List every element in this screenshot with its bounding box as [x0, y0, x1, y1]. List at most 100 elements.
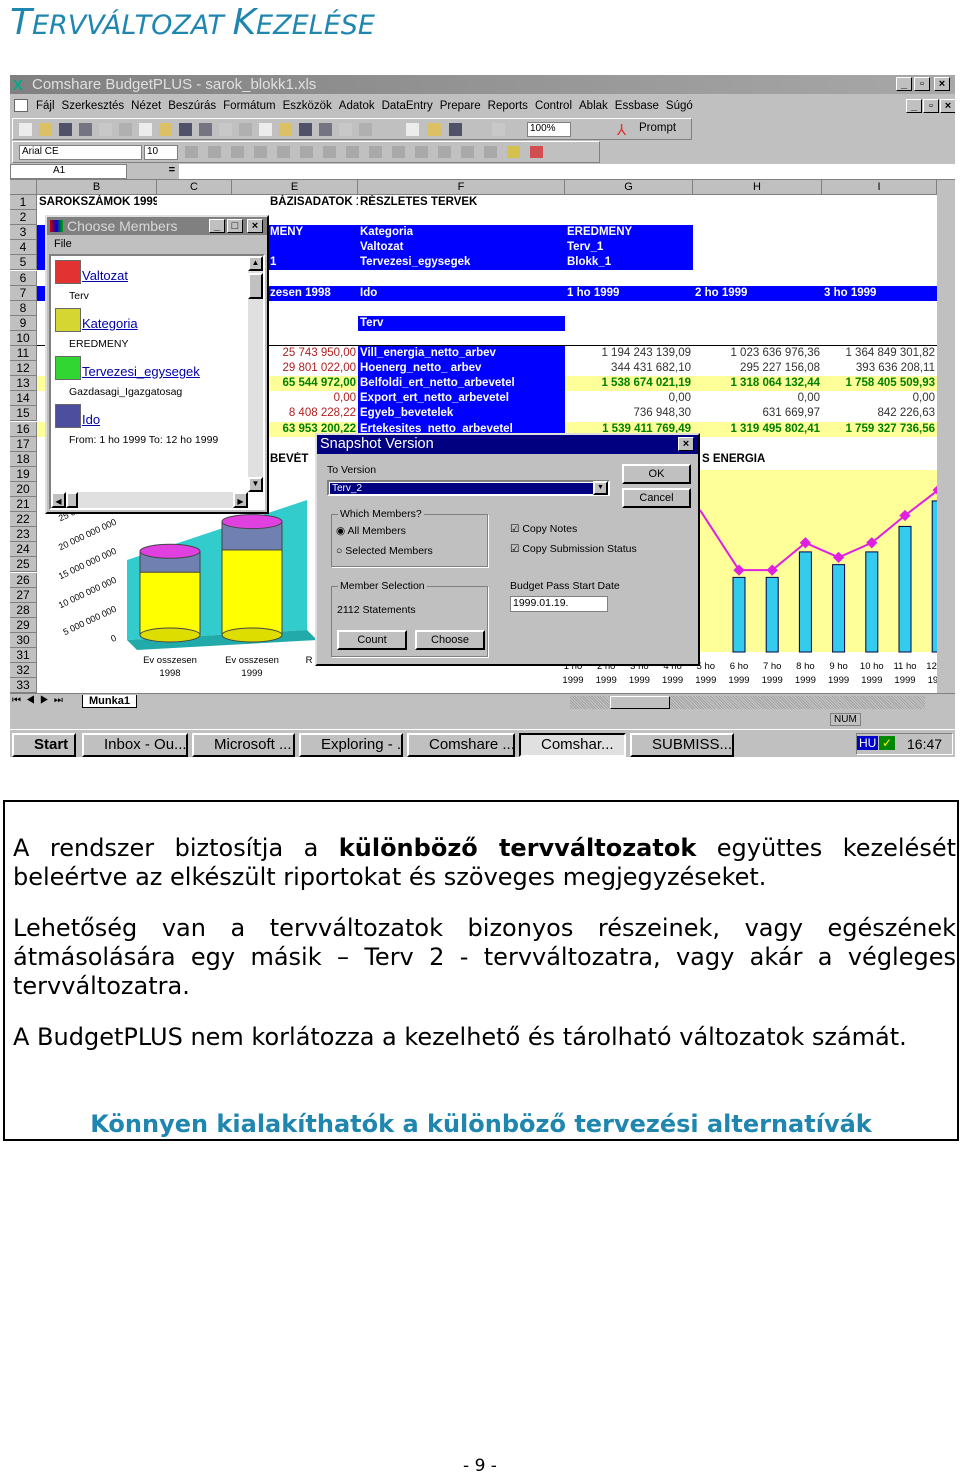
scroll-right-button[interactable]: ▶ [233, 492, 248, 508]
cell-F11[interactable]: Vill_energia_netto_arbev [358, 346, 565, 361]
vertical-scrollbar[interactable]: ▲ ▼ [248, 256, 263, 492]
cm-maximize-button[interactable]: □ [227, 219, 243, 233]
sort-asc-icon[interactable] [339, 123, 352, 136]
cell-H13[interactable]: 1 318 064 132,44 [693, 376, 822, 392]
pdf-icon[interactable]: ⅄ [617, 121, 626, 139]
horizontal-scroll-thumb[interactable] [610, 696, 670, 709]
row-header-19[interactable]: 19 [10, 466, 37, 482]
member-dimension-link[interactable]: Kategoria [82, 316, 138, 331]
function-icon[interactable] [319, 123, 332, 136]
cell-E5[interactable]: 1 [268, 255, 358, 271]
percent-icon[interactable] [369, 146, 382, 158]
cell-F14[interactable]: Export_ert_netto_arbevetel [358, 391, 565, 407]
cell-G4[interactable]: Terv_1 [565, 240, 693, 256]
row-header-28[interactable]: 28 [10, 602, 37, 618]
row-header-23[interactable]: 23 [10, 527, 37, 543]
select-all-corner[interactable] [10, 180, 37, 195]
minimize-button[interactable]: _ [896, 77, 912, 91]
cell-G13[interactable]: 1 538 674 021,19 [565, 376, 693, 392]
menu-item-9[interactable]: Reports [488, 100, 528, 112]
format-painter-icon[interactable] [199, 123, 212, 136]
cut-icon[interactable] [139, 123, 152, 136]
redo-icon[interactable] [239, 123, 252, 136]
copy-icon[interactable] [159, 123, 172, 136]
member-dimension-link[interactable]: Ido [82, 412, 100, 427]
row-header-30[interactable]: 30 [10, 632, 37, 648]
cell-H15[interactable]: 631 669,97 [693, 406, 822, 421]
column-header-I[interactable]: I [822, 180, 937, 195]
paste-icon[interactable] [179, 123, 192, 136]
menu-item-13[interactable]: Súgó [666, 100, 693, 112]
dec-indent-icon[interactable] [461, 146, 474, 158]
inc-indent-icon[interactable] [484, 146, 497, 158]
cell-F15[interactable]: Egyeb_bevetelek [358, 406, 565, 422]
zoom-select[interactable]: 100% [527, 122, 571, 137]
language-indicator[interactable]: HU [857, 736, 879, 750]
row-header-12[interactable]: 12 [10, 361, 37, 377]
name-box[interactable]: A1 [10, 164, 127, 179]
cancel-button[interactable]: Cancel [622, 488, 691, 508]
to-version-select[interactable]: Terv_2 ▼ [327, 480, 610, 496]
cell-F12[interactable]: Hoenerg_netto_ arbev [358, 361, 565, 377]
row-header-22[interactable]: 22 [10, 512, 37, 528]
hyperlink-icon[interactable] [259, 123, 272, 136]
scroll-down-button[interactable]: ▼ [248, 477, 263, 492]
row-header-3[interactable]: 3 [10, 225, 37, 241]
open-icon[interactable] [39, 123, 52, 136]
scroll-up-button[interactable]: ▲ [248, 256, 263, 271]
row-header-33[interactable]: 33 [10, 678, 37, 694]
menu-item-8[interactable]: Prepare [440, 100, 481, 112]
row-header-10[interactable]: 10 [10, 330, 37, 346]
menu-item-0[interactable]: Fájl [36, 100, 55, 112]
font-color-icon[interactable] [530, 146, 543, 158]
cell-G11[interactable]: 1 194 243 139,09 [565, 346, 693, 361]
row-header-21[interactable]: 21 [10, 497, 37, 513]
row-header-5[interactable]: 5 [10, 255, 37, 271]
sheet-tab-munka1[interactable]: Munka1 [82, 695, 137, 708]
autosum-icon[interactable] [299, 123, 312, 136]
taskbar-button-4[interactable]: Comshar... [519, 733, 626, 757]
drawing-icon[interactable] [449, 123, 462, 136]
font-size-select[interactable]: 10 [144, 145, 178, 160]
undo-icon[interactable] [219, 123, 232, 136]
preview-icon[interactable] [99, 123, 112, 136]
formula-equals-button[interactable]: = [127, 164, 179, 179]
cell-H14[interactable]: 0,00 [693, 391, 822, 406]
copy-notes-checkbox[interactable]: ☑ Copy Notes [510, 523, 577, 535]
budget-pass-date-input[interactable]: 1999.01.19. [510, 596, 608, 612]
cm-file-menu[interactable]: File [54, 238, 72, 250]
column-header-C[interactable]: C [157, 180, 232, 195]
close-button[interactable]: × [934, 77, 950, 91]
menu-item-6[interactable]: Adatok [339, 100, 375, 112]
cell-H16[interactable]: 1 319 495 802,41 [693, 421, 822, 437]
row-header-16[interactable]: 16 [10, 421, 37, 437]
cell-F4[interactable]: Valtozat [358, 240, 565, 256]
row-header-24[interactable]: 24 [10, 542, 37, 558]
cell-G12[interactable]: 344 431 682,10 [565, 361, 693, 376]
column-header-G[interactable]: G [565, 180, 693, 195]
chevron-down-icon[interactable]: ▼ [593, 481, 608, 495]
cell-F3[interactable]: Kategoria [358, 225, 565, 241]
doc-close-button[interactable]: × [940, 99, 955, 113]
row-header-18[interactable]: 18 [10, 451, 37, 467]
cell-H11[interactable]: 1 023 636 976,36 [693, 346, 822, 361]
row-header-27[interactable]: 27 [10, 587, 37, 603]
sheet-nav-arrows[interactable]: ⏮◀▶⏭ [12, 695, 68, 706]
cell-I13[interactable]: 1 758 405 509,93 [822, 376, 937, 392]
copy-submission-checkbox[interactable]: ☑ Copy Submission Status [510, 543, 637, 555]
row-header-9[interactable]: 9 [10, 315, 37, 331]
cell-I7[interactable]: 3 ho 1999 [822, 285, 937, 301]
menu-item-2[interactable]: Nézet [131, 100, 161, 112]
help-icon[interactable] [492, 123, 505, 136]
row-header-13[interactable]: 13 [10, 376, 37, 392]
cell-B1[interactable]: SAROKSZÁMOK 1999 [37, 195, 157, 210]
new-icon[interactable] [19, 123, 32, 136]
cell-F9[interactable]: Terv [358, 315, 565, 331]
cell-F7[interactable]: Ido [358, 285, 565, 301]
cell-F13[interactable]: Belfoldi_ert_netto_arbevetel [358, 376, 565, 392]
cell-G7[interactable]: 1 ho 1999 [565, 285, 693, 301]
inc-decimal-icon[interactable] [415, 146, 428, 158]
row-header-8[interactable]: 8 [10, 300, 37, 316]
cell-G14[interactable]: 0,00 [565, 391, 693, 406]
vertical-scrollbar[interactable] [937, 180, 955, 693]
